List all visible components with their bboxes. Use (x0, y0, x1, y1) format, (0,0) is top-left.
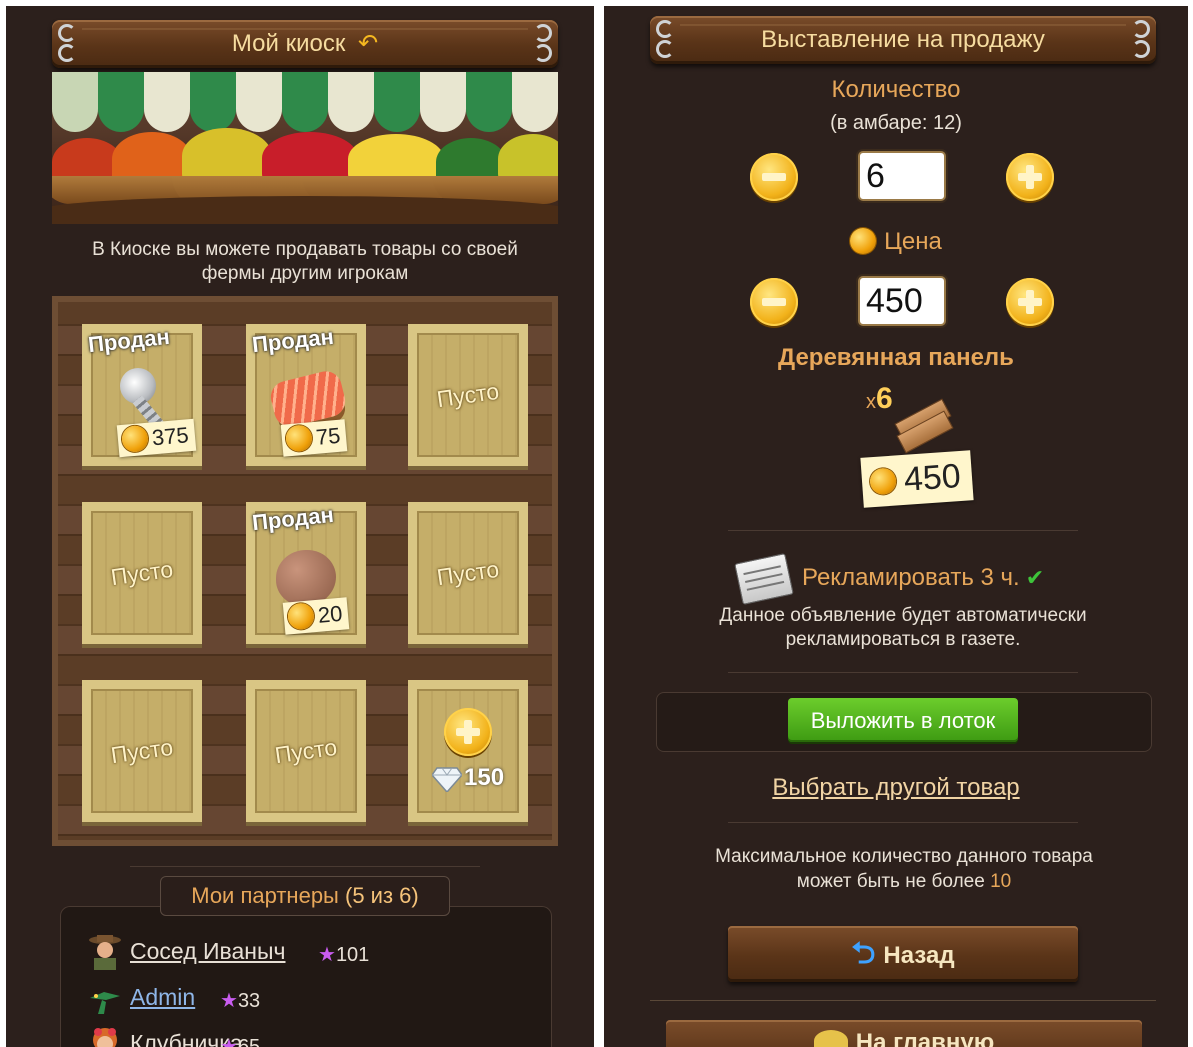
return-arrow-icon[interactable]: ↶ (358, 30, 378, 57)
avatar (88, 980, 122, 1016)
kiosk-slot-empty[interactable]: Пусто (82, 680, 202, 822)
total-price-tag: 450 (860, 450, 974, 508)
newspaper-icon (734, 553, 794, 605)
price-input[interactable] (858, 276, 946, 326)
partner-name[interactable]: Admin (130, 984, 195, 1011)
advertise-note: Данное объявление будет автоматически ре… (719, 605, 1087, 650)
star-icon: ★ (220, 990, 238, 1012)
coin-icon (869, 467, 897, 496)
scroll-ornament-icon (534, 22, 554, 62)
sell-header: Выставление на продажу (650, 16, 1156, 64)
kiosk-header: Мой киоск ↶ (52, 20, 558, 68)
unlock-price: 150 (464, 764, 505, 791)
diamond-icon (431, 766, 463, 797)
kiosk-slot-sold[interactable]: Продан 375 (82, 324, 202, 466)
partner-level: ★101 (318, 944, 370, 966)
page-title: Мой киоск (231, 30, 346, 57)
coin-icon (120, 424, 150, 453)
scroll-ornament-icon (1132, 18, 1152, 58)
market-stall-banner (52, 72, 558, 224)
page-title: Выставление на продажу (761, 26, 1045, 53)
back-arrow-icon: ⮌ (851, 937, 876, 970)
hay-icon (813, 1030, 848, 1047)
price-tag: 20 (282, 597, 350, 635)
partner-level: ★33 (220, 990, 261, 1012)
price-decrease-button[interactable] (750, 278, 798, 326)
scroll-ornament-icon (654, 18, 674, 58)
kiosk-slot-locked[interactable]: 150 (408, 680, 528, 822)
item-amount: x6 (866, 382, 893, 415)
price-label: Цена (604, 228, 1188, 256)
wooden-panel-icon (894, 398, 954, 454)
check-icon: ✔ (1025, 565, 1045, 590)
quantity-increase-button[interactable] (1006, 153, 1054, 201)
max-quantity-note: Максимальное количество данного товара м… (715, 846, 1093, 892)
quantity-input[interactable] (858, 151, 946, 201)
coin-icon (286, 602, 316, 631)
avatar (88, 934, 122, 970)
quantity-decrease-button[interactable] (750, 153, 798, 201)
kiosk-slot-empty[interactable]: Пусто (408, 502, 528, 644)
coin-icon (850, 228, 877, 254)
scroll-ornament-icon (56, 22, 76, 62)
barn-count: (в амбаре: 12) (830, 112, 962, 134)
price-tag: 375 (116, 418, 196, 458)
kiosk-shelf: Продан 375 Продан 75 Пусто Пусто Продан … (52, 296, 558, 846)
partner-name[interactable]: Сосед Иваныч (130, 938, 286, 965)
avatar (88, 1026, 122, 1047)
sell-panel: Выставление на продажу Количество (в амб… (604, 6, 1188, 1047)
place-on-tray-button[interactable]: Выложить в лоток (788, 698, 1018, 742)
kiosk-description: В Киоске вы можете продавать товары со с… (92, 239, 518, 284)
kiosk-slot-sold[interactable]: Продан 75 (246, 324, 366, 466)
kiosk-panel: Мой киоск ↶ В Киоске вы можете продавать… (6, 6, 594, 1047)
star-icon: ★ (318, 944, 336, 966)
kiosk-slot-empty[interactable]: Пусто (246, 680, 366, 822)
back-button[interactable]: ⮌ Назад (728, 926, 1078, 982)
coin-icon (284, 424, 314, 453)
quantity-label: Количество (831, 76, 961, 103)
star-icon: ★ (220, 1036, 238, 1047)
choose-other-item-link[interactable]: Выбрать другой товар (604, 774, 1188, 802)
home-button[interactable]: На главную (666, 1020, 1142, 1047)
price-tag: 75 (280, 419, 348, 457)
kiosk-slot-empty[interactable]: Пусто (408, 324, 528, 466)
kiosk-slot-empty[interactable]: Пусто (82, 502, 202, 644)
plus-icon[interactable] (444, 708, 492, 756)
kiosk-slot-sold[interactable]: Продан 20 (246, 502, 366, 644)
partners-title: Мои партнеры (5 из 6) (160, 876, 450, 916)
price-increase-button[interactable] (1006, 278, 1054, 326)
item-name: Деревянная панель (778, 344, 1014, 371)
partners-list: Сосед Иваныч ★101 Admin ★33 Клубничка ★6… (60, 906, 552, 1047)
partner-level: ★65 (212, 1032, 260, 1047)
